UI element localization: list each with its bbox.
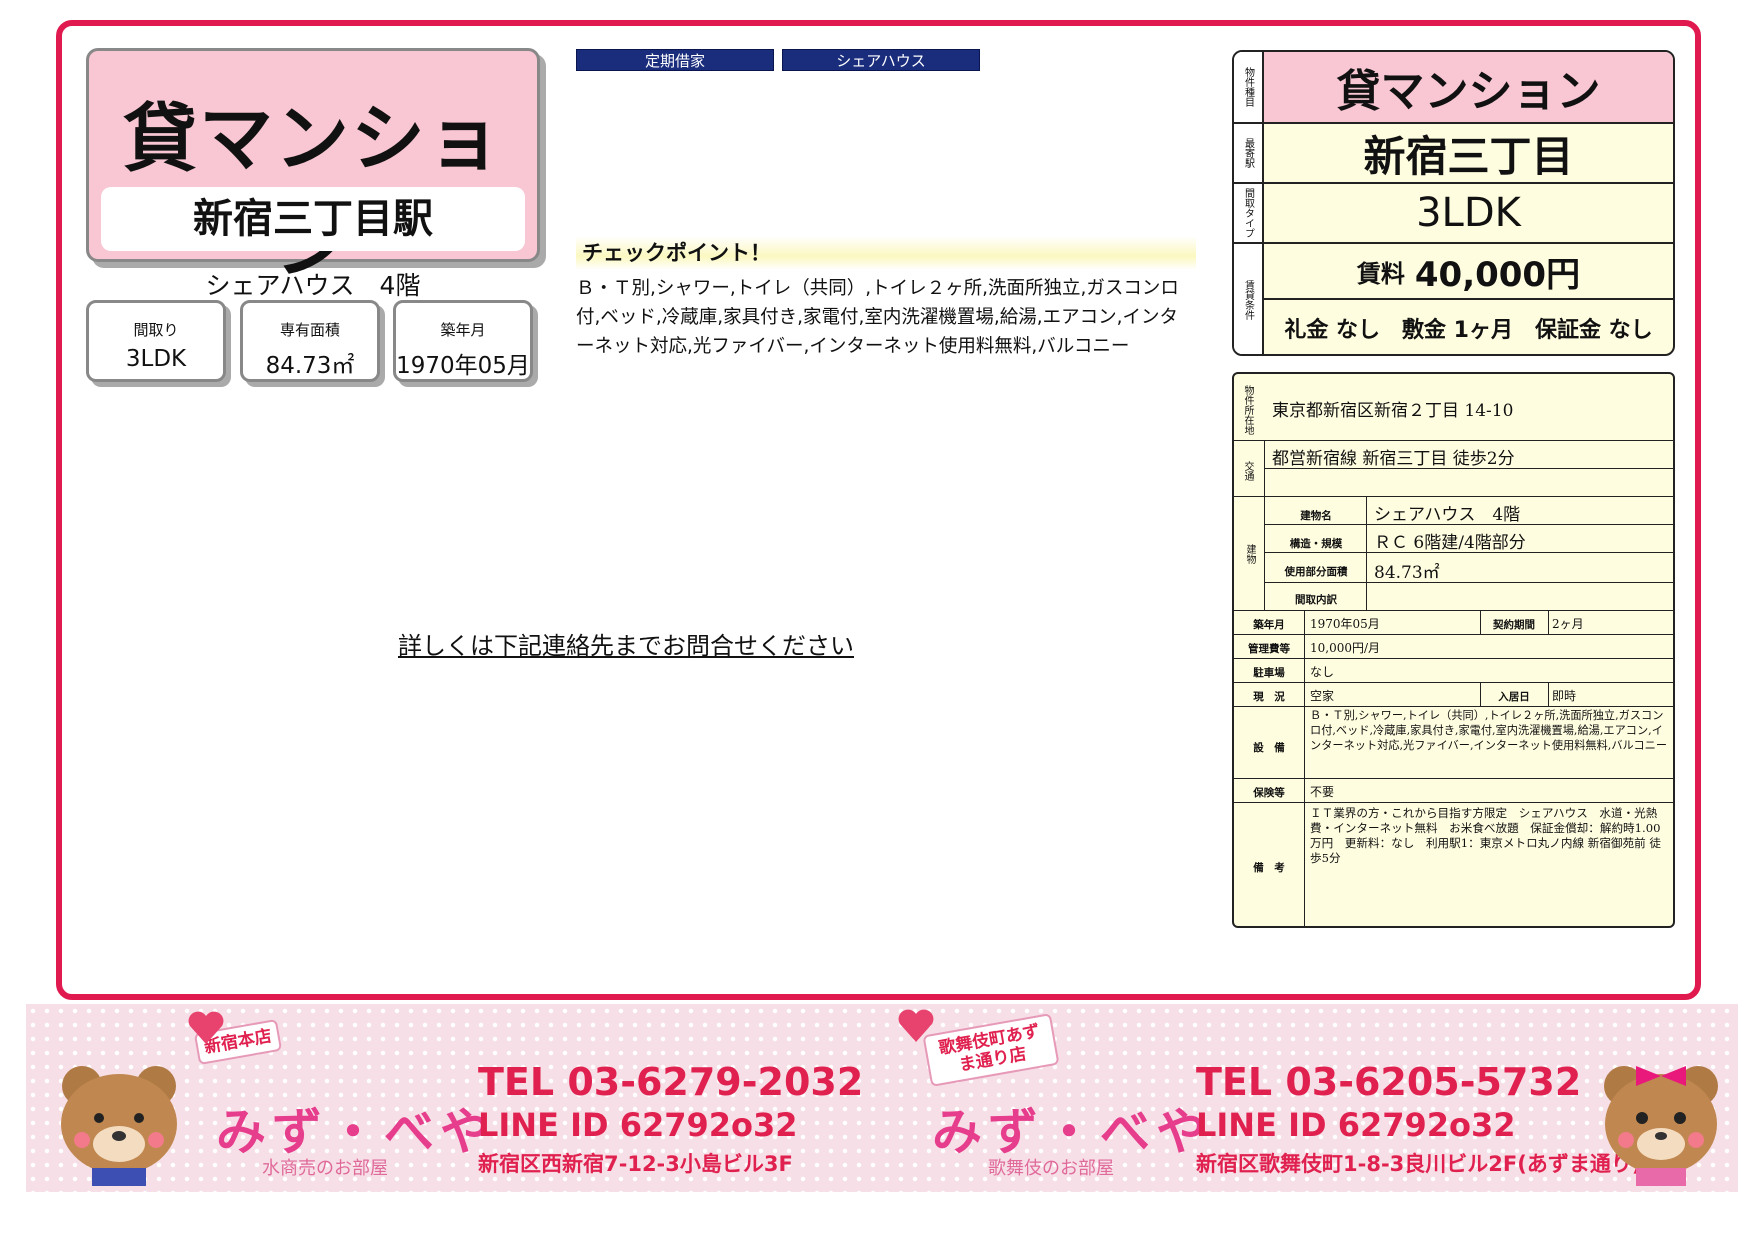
shop2-tel[interactable]: TEL 03-6205-5732 (1196, 1060, 1581, 1104)
shop2-brand-sub: 歌舞伎のお部屋 (988, 1158, 1114, 1179)
parking-value: なし (1310, 665, 1335, 679)
divider (1480, 610, 1481, 634)
bear-mascot-icon (1604, 1066, 1718, 1186)
transport-label: 交通 (1242, 461, 1253, 481)
layout-box: 間取り 3LDK (86, 300, 226, 382)
built-label: 築年月 (1253, 619, 1285, 631)
divider (1234, 658, 1673, 659)
conditions-text: 礼金 なし 敷金 1ヶ月 保証金 なし (1284, 318, 1653, 343)
area-value: 84.73㎡ (1374, 563, 1440, 583)
status-value: 空家 (1310, 689, 1335, 703)
area-box-value: 84.73㎡ (265, 353, 355, 379)
mgmt-label: 管理費等 (1248, 643, 1290, 655)
area-label: 使用部分面積 (1284, 566, 1348, 578)
divider (1234, 682, 1673, 683)
remarks-value: ＩＴ業界の方・これから目指す方限定 シェアハウス 水道・光熱費・インターネット無… (1310, 806, 1661, 865)
mgmt-value: 10,000円/月 (1310, 641, 1381, 655)
rent-cell: 賃料 40,000円 (1264, 244, 1673, 300)
divider (1234, 496, 1673, 497)
checkpoint-heading: チェックポイント！ (576, 236, 1196, 270)
summary-label-conditions: 賃貸条件 (1234, 244, 1264, 354)
transport-value: 都営新宿線 新宿三丁目 徒歩2分 (1272, 449, 1515, 469)
summary-label-type: 物件種目 (1234, 52, 1264, 122)
divider (1548, 682, 1549, 706)
summary-label-layout: 間取タイプ (1234, 184, 1264, 242)
address-value: 東京都新宿区新宿２丁目 14-10 (1272, 401, 1514, 421)
parking-label: 駐車場 (1253, 667, 1285, 679)
built-box: 築年月 1970年05月 (393, 300, 533, 382)
summary-table: 物件種目 貸マンション 最寄駅 新宿三丁目 間取タイプ 3LDK 賃貸条件 賃料… (1232, 50, 1675, 356)
divider (1264, 552, 1673, 553)
building-name-value: シェアハウス 4階 (1374, 505, 1521, 525)
built-box-label: 築年月 (440, 321, 486, 339)
summary-row-conditions: 賃貸条件 賃料 40,000円 礼金 なし 敷金 1ヶ月 保証金 なし (1234, 244, 1673, 354)
divider (1366, 496, 1367, 610)
rent-label: 賃料 (1356, 259, 1405, 288)
structure-value: ＲＣ 6階建/4階部分 (1374, 533, 1526, 553)
shop1-address: 新宿区西新宿7-12-3小島ビル3F (478, 1152, 793, 1176)
equipment-label: 設 備 (1253, 742, 1285, 754)
layout-box-value: 3LDK (125, 346, 187, 372)
tag-fixed-term: 定期借家 (576, 49, 774, 71)
divider (1234, 610, 1673, 611)
summary-row-type: 物件種目 貸マンション (1234, 52, 1673, 124)
shop2-address: 新宿区歌舞伎町1-8-3良川ビル2F(あずま通り) (1196, 1152, 1642, 1176)
layout-detail-label: 間取内訳 (1295, 594, 1337, 606)
checkpoint-text: Ｂ・Ｔ別,シャワー,トイレ（共同）,トイレ２ヶ所,洗面所独立,ガスコンロ付,ベッ… (576, 278, 1179, 357)
shop1-line-id[interactable]: LINE ID 62792o32 (478, 1106, 798, 1144)
summary-row-layout: 間取タイプ 3LDK (1234, 184, 1673, 244)
tag-share-house: シェアハウス (782, 49, 980, 71)
divider (1234, 778, 1673, 779)
summary-layout: 3LDK (1416, 190, 1521, 236)
divider (1548, 610, 1549, 634)
summary-station: 新宿三丁目 (1363, 131, 1574, 181)
contract-label: 契約期間 (1493, 619, 1535, 631)
structure-label: 構造・規模 (1289, 538, 1343, 550)
divider (1480, 682, 1481, 706)
heart-balloon-icon (188, 1011, 224, 1044)
divider (1264, 524, 1673, 525)
built-value: 1970年05月 (1310, 617, 1380, 631)
property-type-title: 貸マンション (123, 96, 503, 289)
shop2-line-id[interactable]: LINE ID 62792o32 (1196, 1106, 1516, 1144)
remarks-label: 備 考 (1253, 862, 1285, 874)
rent-value: 40,000円 (1414, 254, 1581, 295)
layout-box-label: 間取り (133, 321, 179, 339)
divider (1234, 706, 1673, 707)
title-card: 貸マンション 新宿三丁目駅 (86, 48, 540, 289)
station-label: 新宿三丁目駅 (101, 187, 525, 251)
insurance-value: 不要 (1310, 785, 1335, 799)
divider (1264, 582, 1673, 583)
building-subtitle: シェアハウス 4階 (205, 271, 421, 300)
shop1-tel[interactable]: TEL 03-6279-2032 (478, 1060, 863, 1104)
heart-balloon-icon (898, 1009, 934, 1042)
movein-label: 入居日 (1498, 691, 1530, 703)
footer-banner: 新宿本店 みず・べや 水商売のお部屋 TEL 03-6279-2032 LINE… (26, 1004, 1738, 1192)
building-label: 建物 (1244, 544, 1255, 564)
summary-label-station: 最寄駅 (1234, 124, 1264, 182)
summary-type: 貸マンション (1264, 52, 1673, 122)
contract-value: 2ヶ月 (1552, 617, 1584, 631)
detail-table: 物件所在地 東京都新宿区新宿２丁目 14-10 交通 都営新宿線 新宿三丁目 徒… (1232, 372, 1675, 928)
movein-value: 即時 (1552, 689, 1577, 703)
divider (1234, 634, 1673, 635)
area-box: 専有面積 84.73㎡ (240, 300, 380, 382)
divider (1304, 610, 1305, 926)
built-box-value: 1970年05月 (396, 353, 530, 379)
area-box-label: 専有面積 (279, 321, 340, 339)
address-label: 物件所在地 (1242, 385, 1253, 435)
building-name-label: 建物名 (1300, 510, 1332, 522)
divider (1264, 440, 1265, 610)
contact-note[interactable]: 詳しくは下記連絡先までお問合せください (398, 626, 854, 661)
insurance-label: 保険等 (1253, 787, 1285, 799)
shop1-brand-sub: 水商売のお部屋 (262, 1158, 388, 1179)
divider (1234, 440, 1673, 441)
summary-row-station: 最寄駅 新宿三丁目 (1234, 124, 1673, 184)
equipment-value: Ｂ・Ｔ別,シャワー,トイレ（共同）,トイレ２ヶ所,洗面所独立,ガスコンロ付,ベッ… (1310, 709, 1668, 752)
divider (1234, 802, 1673, 803)
bear-mascot-icon (61, 1066, 177, 1186)
divider (1264, 468, 1673, 469)
status-label: 現 況 (1253, 691, 1285, 703)
